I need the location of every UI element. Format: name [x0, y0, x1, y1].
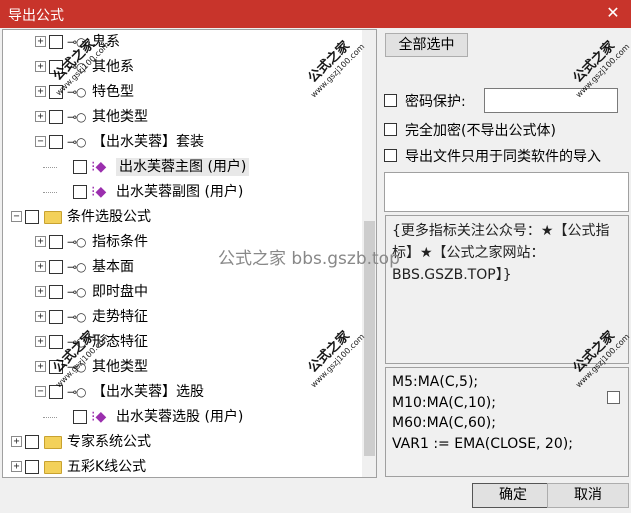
code-line: VAR1 := EMA(CLOSE, 20); [392, 435, 573, 452]
tree-node[interactable]: + ⊸○ 走势特征 [3, 306, 359, 328]
tree-node-label: 指标条件 [92, 234, 148, 250]
node-checkbox[interactable] [49, 260, 63, 274]
folder-icon [44, 436, 62, 449]
tree-node-label: 出水芙蓉选股 (用户) [116, 409, 244, 425]
node-checkbox[interactable] [73, 160, 87, 174]
expand-icon[interactable]: + [35, 86, 46, 97]
cancel-button[interactable]: 取消 [547, 483, 629, 508]
tree-node-label: 其他类型 [92, 359, 148, 375]
code-checkbox[interactable] [607, 391, 620, 404]
tree-node[interactable]: ⁝◆ 出水芙蓉选股 (用户) [3, 406, 359, 428]
collapse-icon[interactable]: − [35, 386, 46, 397]
tree-node-label: 其他类型 [92, 109, 148, 125]
tree-node[interactable]: ⁝◆ 出水芙蓉主图 (用户) [3, 156, 359, 178]
key-icon: ⊸○ [67, 260, 87, 274]
node-checkbox[interactable] [73, 185, 87, 199]
node-checkbox[interactable] [25, 435, 39, 449]
key-icon: ⊸○ [67, 385, 87, 399]
tree-connector [43, 192, 57, 193]
expand-icon[interactable]: + [35, 61, 46, 72]
tree-node-label: 出水芙蓉主图 (用户) [116, 158, 250, 176]
node-checkbox[interactable] [49, 285, 63, 299]
expand-icon[interactable]: + [35, 111, 46, 122]
folder-icon [44, 461, 62, 474]
tree-node-label: 特色型 [92, 84, 134, 100]
tree-node[interactable]: + 五彩K线公式 [3, 456, 359, 477]
tree-connector [43, 167, 57, 168]
tree-node-label: 即时盘中 [92, 284, 148, 300]
tree-node[interactable]: + ⊸○ 即时盘中 [3, 281, 359, 303]
node-checkbox[interactable] [49, 310, 63, 324]
watermark-center-text: 公式之家 bbs.gszb.top [218, 249, 400, 269]
ok-button[interactable]: 确定 [472, 483, 554, 508]
description-box[interactable] [384, 172, 629, 212]
collapse-icon[interactable]: − [35, 136, 46, 147]
expand-icon[interactable]: + [35, 261, 46, 272]
key-icon: ⊸○ [67, 135, 87, 149]
tree-node-label: 专家系统公式 [67, 434, 151, 450]
tree-connector [43, 417, 57, 418]
formula-code-box[interactable]: M5:MA(C,5); M10:MA(C,10); M60:MA(C,60); VAR… [385, 367, 629, 477]
title-bar: 导出公式 ✕ [0, 0, 631, 28]
code-line: M10:MA(C,10); [392, 394, 496, 411]
folder-icon [44, 211, 62, 224]
tree-node-label: 【出水芙蓉】套装 [92, 134, 204, 150]
tree-node-label: 出水芙蓉副图 (用户) [116, 184, 244, 200]
expand-icon[interactable]: + [35, 336, 46, 347]
expand-icon[interactable]: + [11, 436, 22, 447]
expand-icon[interactable]: + [11, 461, 22, 472]
node-checkbox[interactable] [25, 210, 39, 224]
expand-icon[interactable]: + [35, 236, 46, 247]
tree-node[interactable]: + ⊸○ 鬼系 [3, 31, 359, 53]
tree-node[interactable]: + 专家系统公式 [3, 431, 359, 453]
tree-node-label: 五彩K线公式 [67, 459, 147, 475]
password-field[interactable] [484, 88, 618, 113]
gem-icon: ⁝◆ [91, 409, 107, 425]
tree-node-label: 走势特征 [92, 309, 148, 325]
node-checkbox[interactable] [73, 410, 87, 424]
key-icon: ⊸○ [67, 110, 87, 124]
gem-icon: ⁝◆ [91, 184, 107, 200]
node-checkbox[interactable] [49, 110, 63, 124]
same-software-label: 导出文件只用于同类软件的导入 [405, 149, 601, 165]
tree-node-label: 【出水芙蓉】选股 [92, 384, 204, 400]
window-title: 导出公式 [8, 8, 64, 24]
select-all-button[interactable]: 全部选中 [385, 33, 468, 57]
node-checkbox[interactable] [25, 460, 39, 474]
tree-node[interactable]: + ⊸○ 形态特征 [3, 331, 359, 353]
code-line: M60:MA(C,60); [392, 415, 496, 431]
same-software-checkbox[interactable] [384, 149, 397, 162]
password-protect-label: 密码保护: [405, 94, 466, 110]
node-checkbox[interactable] [49, 235, 63, 249]
collapse-icon[interactable]: − [11, 211, 22, 222]
close-icon[interactable]: ✕ [603, 3, 623, 23]
password-protect-checkbox[interactable] [384, 94, 397, 107]
gem-icon: ⁝◆ [91, 159, 107, 175]
key-icon: ⊸○ [67, 310, 87, 324]
expand-icon[interactable]: + [35, 286, 46, 297]
key-icon: ⊸○ [67, 235, 87, 249]
tree-node-label: 其他系 [92, 59, 134, 75]
tree-node-label: 基本面 [92, 259, 134, 275]
tree-node[interactable]: + ⊸○ 其他类型 [3, 106, 359, 128]
node-checkbox[interactable] [49, 135, 63, 149]
tree-node[interactable]: − 条件选股公式 [3, 206, 359, 228]
expand-icon[interactable]: + [35, 311, 46, 322]
tree-node-label: 条件选股公式 [67, 209, 151, 225]
expand-icon[interactable]: + [35, 36, 46, 47]
node-checkbox[interactable] [49, 335, 63, 349]
key-icon: ⊸○ [67, 285, 87, 299]
tree-node[interactable]: − ⊸○ 【出水芙蓉】套装 [3, 131, 359, 153]
full-encrypt-checkbox[interactable] [384, 123, 397, 136]
tree-node[interactable]: ⁝◆ 出水芙蓉副图 (用户) [3, 181, 359, 203]
full-encrypt-label: 完全加密(不导出公式体) [405, 123, 556, 139]
node-checkbox[interactable] [49, 35, 63, 49]
